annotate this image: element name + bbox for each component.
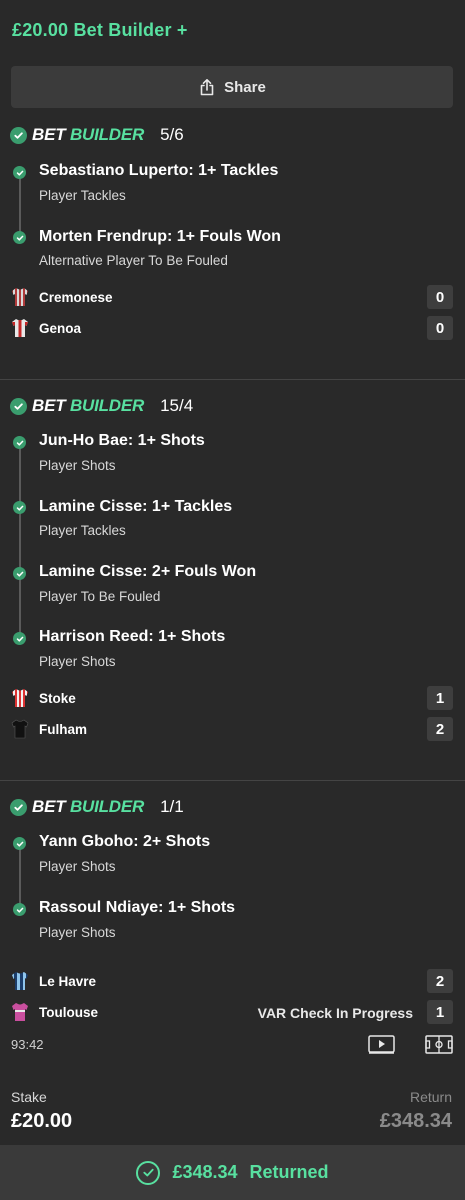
bet-builder-odds: 1/1 xyxy=(160,797,184,816)
bet-builder-header: BET BUILDER 15/4 xyxy=(10,394,193,418)
team-score: 1 xyxy=(427,1000,453,1024)
team-name: Cremonese xyxy=(39,290,113,305)
share-icon xyxy=(200,79,214,96)
leg-selection: Yann Gboho: 2+ Shots xyxy=(39,833,211,850)
leg-selection: Rassoul Ndiaye: 1+ Shots xyxy=(39,899,236,916)
team-score: 0 xyxy=(427,285,453,309)
share-label: Share xyxy=(224,78,266,96)
var-status: VAR Check In Progress xyxy=(257,1005,413,1021)
share-button[interactable]: Share xyxy=(11,66,453,108)
settled-check-icon xyxy=(10,798,27,816)
leg-market: Player Shots xyxy=(39,654,116,669)
stake-label: Stake xyxy=(11,1089,47,1105)
leg-selection: Lamine Cisse: 2+ Fouls Won xyxy=(39,563,257,580)
leg-market: Player Tackles xyxy=(39,523,126,538)
leg-selection: Sebastiano Luperto: 1+ Tackles xyxy=(39,162,279,179)
purple-shirt-icon xyxy=(12,1003,28,1021)
settled-check-icon xyxy=(10,126,27,144)
leg-won-icon xyxy=(13,903,26,916)
pitch-view-icon[interactable] xyxy=(425,1035,453,1054)
leg-connector xyxy=(19,442,21,638)
bet-builder-header: BET BUILDER 5/6 xyxy=(10,123,184,147)
stake-value: £20.00 xyxy=(11,1110,73,1132)
striped-red-grey-shirt-icon xyxy=(12,288,28,306)
bet-builder-odds: 15/4 xyxy=(160,396,194,415)
leg-selection: Lamine Cisse: 1+ Tackles xyxy=(39,498,233,515)
team-score: 1 xyxy=(427,686,453,710)
team-name: Genoa xyxy=(39,321,82,336)
video-play-icon[interactable] xyxy=(368,1035,395,1054)
leg-won-icon xyxy=(13,231,26,244)
sky-blue-striped-shirt-icon xyxy=(12,972,28,990)
leg-market: Player To Be Fouled xyxy=(39,589,161,604)
section-divider xyxy=(0,780,465,781)
black-shirt-icon xyxy=(11,719,29,739)
returned-label: Returned xyxy=(249,1162,329,1182)
leg-selection: Harrison Reed: 1+ Shots xyxy=(39,628,226,645)
return-value: £348.34 xyxy=(379,1110,452,1132)
bet-builder-logo: BET BUILDER xyxy=(32,396,145,415)
leg-market: Player Shots xyxy=(39,859,116,874)
team-name: Stoke xyxy=(39,691,76,706)
leg-selection: Morten Frendrup: 1+ Fouls Won xyxy=(39,228,281,245)
settled-check-icon xyxy=(10,397,27,415)
bet-builder-odds: 5/6 xyxy=(160,125,184,144)
leg-won-icon xyxy=(13,436,26,449)
leg-won-icon xyxy=(13,501,26,514)
section-divider xyxy=(0,379,465,380)
bet-builder-logo: BET BUILDER xyxy=(32,125,145,144)
leg-won-icon xyxy=(13,166,26,179)
bet-builder-header: BET BUILDER 1/1 xyxy=(10,795,184,819)
leg-won-icon xyxy=(13,632,26,645)
red-white-striped-shirt-icon xyxy=(12,689,28,707)
team-name: Toulouse xyxy=(39,1005,98,1020)
leg-won-icon xyxy=(13,837,26,850)
return-label: Return xyxy=(409,1089,452,1105)
leg-connector xyxy=(19,843,21,909)
leg-connector xyxy=(19,172,21,236)
red-white-shirt-icon xyxy=(12,319,28,337)
team-score: 0 xyxy=(427,316,453,340)
team-name: Fulham xyxy=(39,722,88,737)
bet-title: £20.00 Bet Builder + xyxy=(12,20,188,40)
leg-won-icon xyxy=(13,567,26,580)
leg-selection: Jun-Ho Bae: 1+ Shots xyxy=(39,432,205,449)
match-clock: 93:42 xyxy=(11,1037,44,1052)
returned-check-icon xyxy=(136,1160,161,1185)
leg-market: Player Tackles xyxy=(39,188,126,203)
bet-builder-logo: BET BUILDER xyxy=(32,797,145,816)
team-name: Le Havre xyxy=(39,974,97,989)
leg-market: Player Shots xyxy=(39,925,116,940)
leg-market: Player Shots xyxy=(39,458,116,473)
leg-market: Alternative Player To Be Fouled xyxy=(39,253,228,268)
team-score: 2 xyxy=(427,969,453,993)
team-score: 2 xyxy=(427,717,453,741)
returned-status-bar: £348.34 Returned xyxy=(0,1145,465,1200)
returned-amount: £348.34 xyxy=(172,1162,238,1182)
